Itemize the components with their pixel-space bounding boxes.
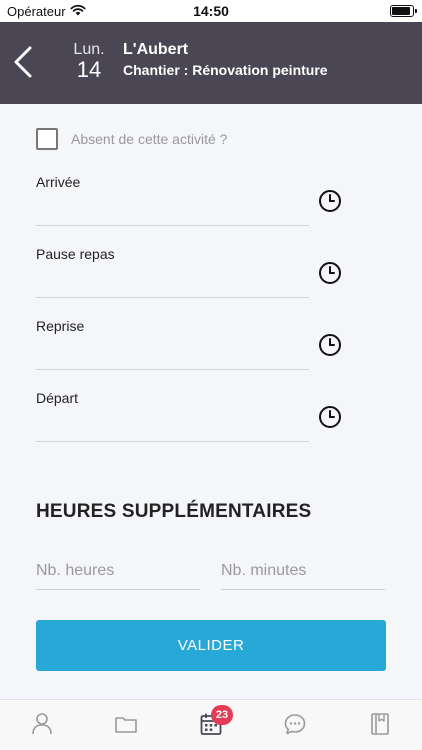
notification-badge: 23 xyxy=(211,705,233,725)
person-icon[interactable] xyxy=(31,712,53,736)
date-block: Lun. 14 xyxy=(66,41,112,83)
back-button[interactable] xyxy=(10,42,40,82)
folder-icon[interactable] xyxy=(115,712,137,736)
field-underline xyxy=(36,369,309,370)
field-underline xyxy=(36,297,309,298)
clock-time: 14:50 xyxy=(193,3,229,19)
arrival-field[interactable]: Arrivée xyxy=(36,174,386,246)
departure-field[interactable]: Départ xyxy=(36,390,386,462)
arrival-label: Arrivée xyxy=(36,174,81,190)
field-underline xyxy=(36,441,309,442)
client-name: L'Aubert xyxy=(123,41,189,58)
absent-checkbox[interactable] xyxy=(36,128,58,150)
chat-icon[interactable] xyxy=(284,712,306,736)
lunch-break-field[interactable]: Pause repas xyxy=(36,246,386,318)
overtime-title: HEURES SUPPLÉMENTAIRES xyxy=(36,501,312,522)
absent-label: Absent de cette activité ? xyxy=(71,131,228,147)
hours-input[interactable] xyxy=(36,556,200,590)
minutes-input[interactable] xyxy=(221,556,385,590)
site-block: L'Aubert Chantier : Rénovation peinture xyxy=(123,41,328,78)
clock-icon[interactable] xyxy=(318,333,342,357)
lunch-break-label: Pause repas xyxy=(36,246,115,262)
tab-bar: 23 xyxy=(0,699,422,750)
book-icon[interactable] xyxy=(369,712,391,736)
field-underline xyxy=(36,225,309,226)
absent-toggle[interactable]: Absent de cette activité ? xyxy=(36,128,227,150)
header-bar: Lun. 14 L'Aubert Chantier : Rénovation p… xyxy=(0,22,422,104)
resume-field[interactable]: Reprise xyxy=(36,318,386,390)
validate-button[interactable]: VALIDER xyxy=(36,620,386,671)
minutes-input-wrap xyxy=(221,556,385,590)
status-bar: Opérateur 14:50 xyxy=(0,0,422,22)
battery-icon xyxy=(390,5,417,17)
day-number: 14 xyxy=(76,57,102,82)
chevron-left-icon xyxy=(14,46,32,78)
clock-icon[interactable] xyxy=(318,261,342,285)
departure-label: Départ xyxy=(36,390,79,406)
clock-icon[interactable] xyxy=(318,405,342,429)
hours-input-wrap xyxy=(36,556,200,590)
site-name: Chantier : Rénovation peinture xyxy=(123,62,328,78)
resume-label: Reprise xyxy=(36,318,85,334)
clock-icon[interactable] xyxy=(318,189,342,213)
